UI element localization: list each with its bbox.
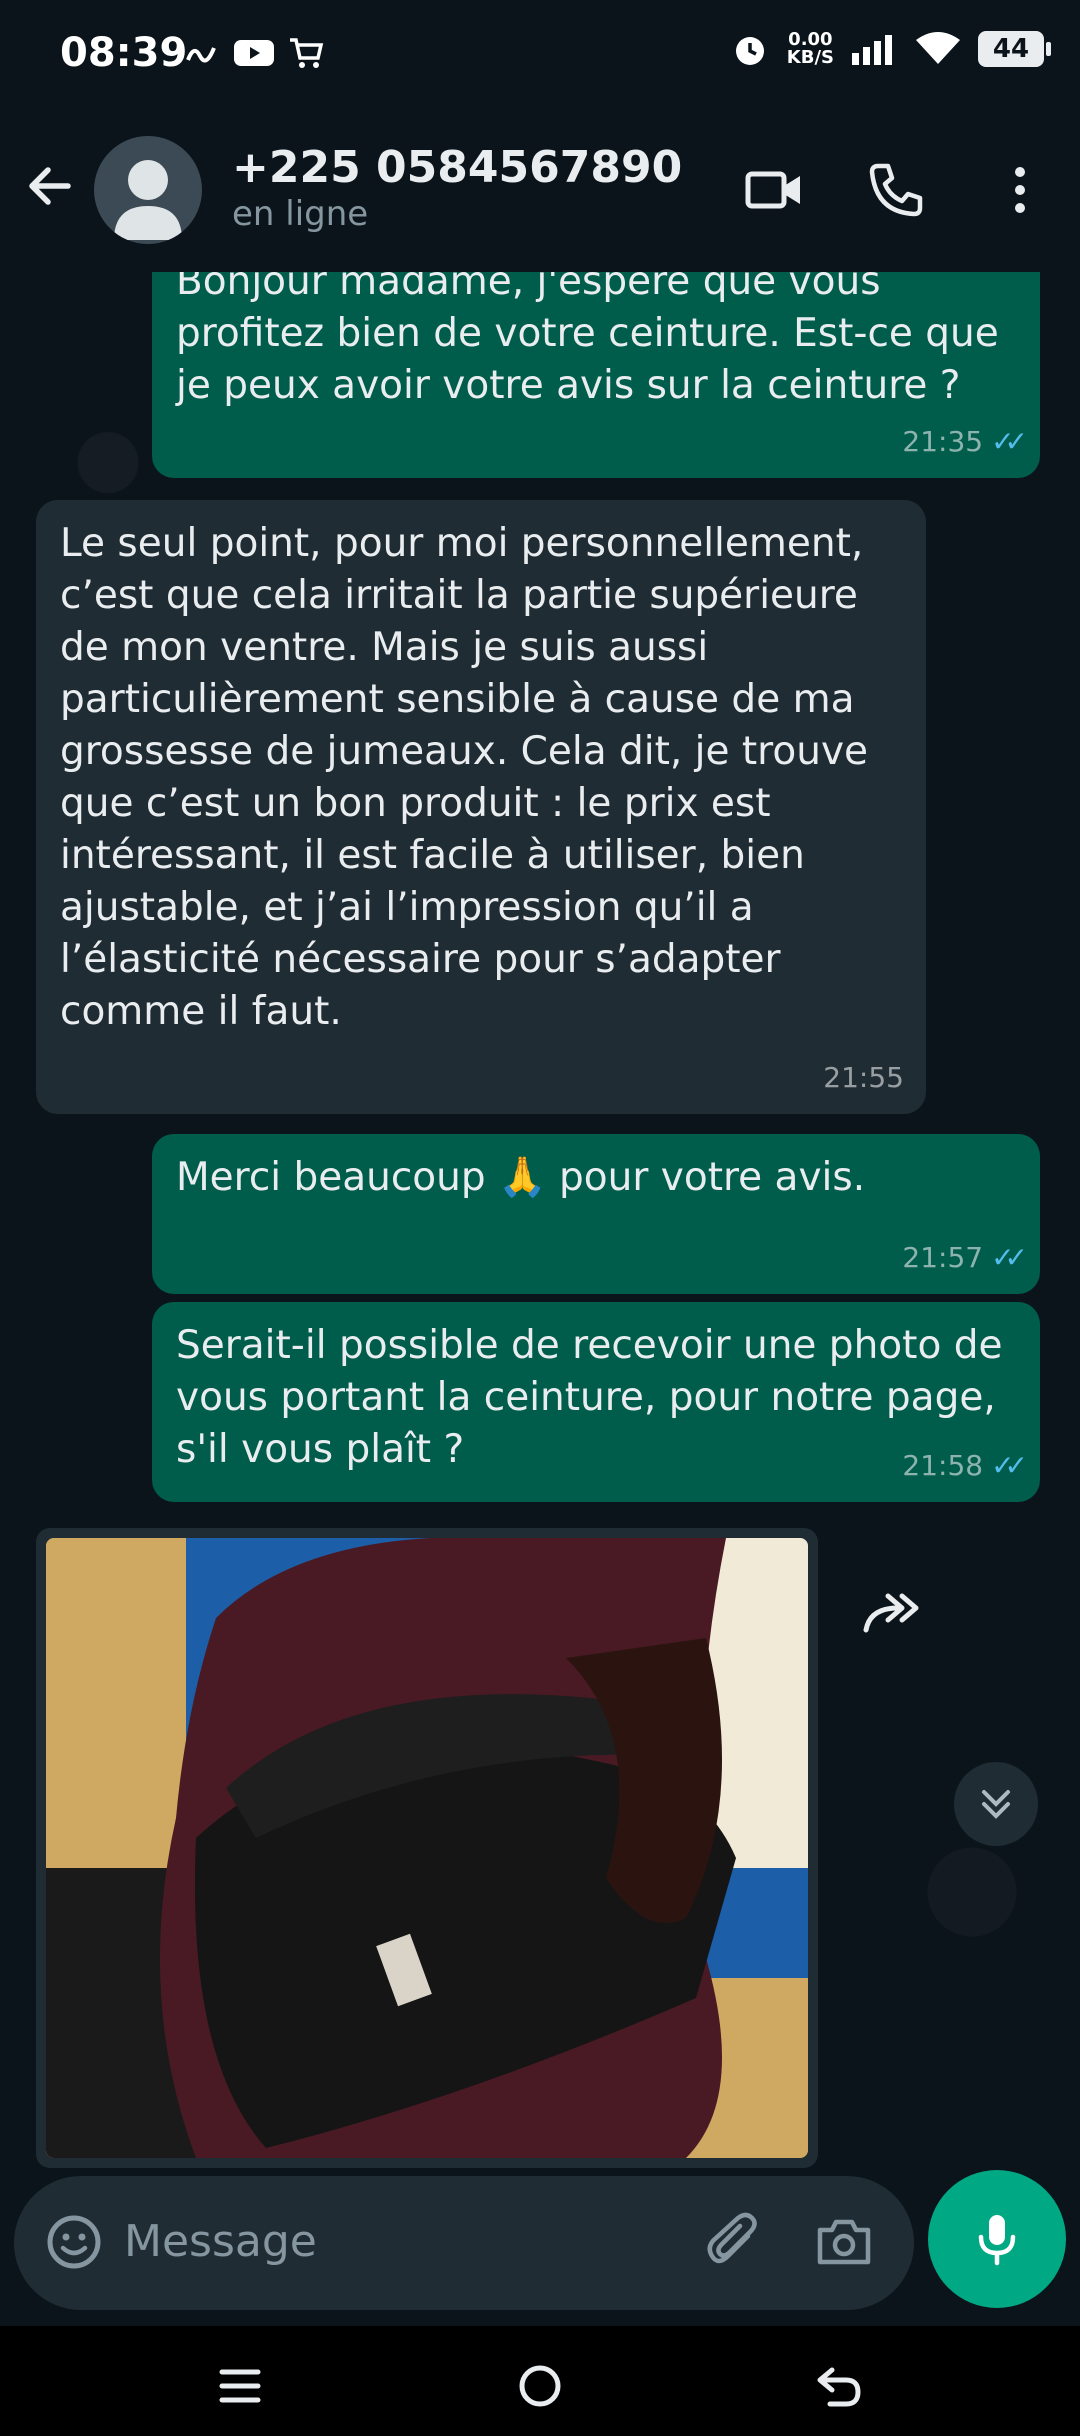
message-text: Merci beaucoup 🙏 pour votre avis. [176, 1155, 866, 1200]
message-composer[interactable]: Message [14, 2176, 914, 2310]
double-chevron-down-icon [982, 1790, 1010, 1819]
message-meta: 21:58 ✓✓ [902, 1440, 1028, 1492]
battery-indicator: 44 [978, 31, 1051, 67]
message-input[interactable]: Message [124, 2216, 317, 2267]
status-system-icons: 0.00 KB/S 44 [731, 30, 1051, 68]
default-avatar-icon [114, 160, 182, 240]
message-meta: 21:57 ✓✓ [902, 1232, 1028, 1284]
photo-preview[interactable] [46, 1538, 808, 2158]
recent-apps-icon[interactable] [210, 2356, 270, 2416]
message-bubble-outgoing[interactable]: Serait-il possible de recevoir une photo… [152, 1302, 1040, 1502]
message-text: Bonjour madame, j'espère que vous profit… [176, 272, 999, 408]
home-icon[interactable] [510, 2356, 570, 2416]
read-ticks-icon: ✓✓ [991, 425, 1028, 458]
shopping-cart-icon [290, 38, 324, 68]
signal-icon [852, 35, 892, 65]
status-time: 08:39 [60, 30, 188, 76]
youtube-icon [234, 40, 274, 66]
message-meta: 21:35 ✓✓ [902, 416, 1028, 468]
message-text: Serait-il possible de recevoir une photo… [176, 1323, 1003, 1472]
message-time: 21:57 [902, 1241, 984, 1274]
avatar[interactable] [94, 136, 202, 244]
paperclip-icon[interactable] [704, 2212, 764, 2272]
system-navigation-bar [0, 2326, 1080, 2436]
message-bubble-incoming[interactable]: Le seul point, pour moi personnellement,… [36, 500, 926, 1114]
mic-icon [978, 2215, 1016, 2266]
read-ticks-icon: ✓✓ [991, 1241, 1028, 1274]
net-speed-unit: KB/S [786, 47, 834, 68]
image-message[interactable] [36, 1528, 818, 2168]
emoji-icon[interactable] [44, 2212, 104, 2272]
status-notification-icons [184, 36, 324, 70]
message-text: Le seul point, pour moi personnellement,… [60, 521, 869, 1034]
alarm-icon [735, 37, 764, 65]
chat-area[interactable]: Bonjour madame, j'espère que vous profit… [0, 272, 1080, 2178]
message-time: 21:58 [902, 1449, 984, 1482]
back-nav-icon[interactable] [808, 2356, 868, 2416]
message-time: 21:35 [902, 425, 984, 458]
arrow-left-icon[interactable] [22, 158, 78, 214]
photo-illustration [46, 1538, 808, 2158]
app-notification-icon [186, 47, 216, 63]
message-bubble-outgoing[interactable]: Merci beaucoup 🙏 pour votre avis. 21:57 … [152, 1134, 1040, 1294]
camera-icon[interactable] [814, 2212, 874, 2272]
wifi-icon [916, 32, 960, 64]
status-bar: 08:39 0.00 KB/S 44 [0, 0, 1080, 118]
scroll-to-bottom-button[interactable] [954, 1762, 1038, 1846]
video-call-icon[interactable] [744, 160, 804, 220]
network-speed: 0.00 KB/S [787, 31, 834, 67]
more-vertical-icon[interactable] [990, 160, 1050, 220]
contact-name[interactable]: +225 0584567890 [232, 142, 682, 193]
forward-icon[interactable] [858, 1580, 924, 1646]
chat-header: +225 0584567890 en ligne [0, 118, 1080, 258]
contact-status: en ligne [232, 194, 369, 234]
message-meta: 21:55 [823, 1052, 904, 1104]
voice-record-button[interactable] [928, 2170, 1066, 2308]
read-ticks-icon: ✓✓ [991, 1449, 1028, 1482]
message-bubble-outgoing[interactable]: Bonjour madame, j'espère que vous profit… [152, 272, 1040, 478]
message-time: 21:55 [823, 1061, 904, 1094]
phone-icon[interactable] [866, 160, 926, 220]
